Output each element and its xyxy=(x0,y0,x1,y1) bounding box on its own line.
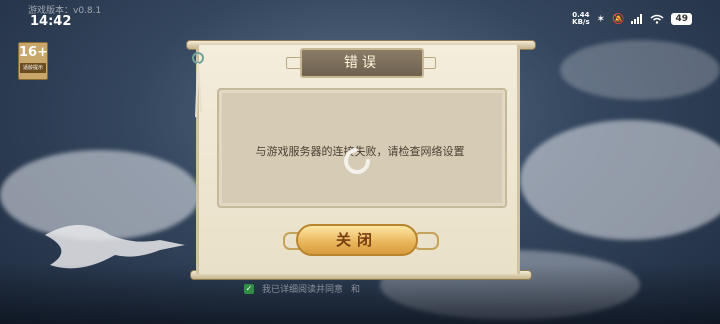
spinner-icon xyxy=(344,148,370,174)
status-bar: 游戏版本：v0.8.1 14:42 0.44 KB/s ✶ 🔕 49 xyxy=(0,0,720,34)
checkmark-icon: ✓ xyxy=(245,283,253,293)
age-rating-number: 16+ xyxy=(19,45,48,60)
dialog-title: 错误 xyxy=(300,48,424,78)
close-button-label: 关闭 xyxy=(335,231,378,249)
agreement-link-connector: 和 xyxy=(351,285,361,295)
signal-icon xyxy=(631,14,643,24)
mute-icon: 🔕 xyxy=(612,13,625,25)
close-button[interactable]: 关闭 xyxy=(296,224,418,256)
agreement-row: ✓ 我已详细阅读并同意 和 xyxy=(244,282,360,295)
bluetooth-icon: ✶ xyxy=(596,13,606,25)
agreement-checkbox[interactable]: ✓ xyxy=(244,283,254,294)
age-rating-label: 适龄提示 xyxy=(20,63,46,73)
age-rating-badge[interactable]: 16+ 适龄提示 xyxy=(18,42,48,80)
tassel-decoration xyxy=(192,52,204,118)
network-speed: 0.44 KB/s xyxy=(572,11,590,26)
battery-icon: 49 xyxy=(671,13,692,25)
agreement-text: 我已详细阅读并同意 xyxy=(262,285,344,295)
wifi-icon xyxy=(650,14,664,24)
status-time: 14:42 xyxy=(30,14,72,29)
